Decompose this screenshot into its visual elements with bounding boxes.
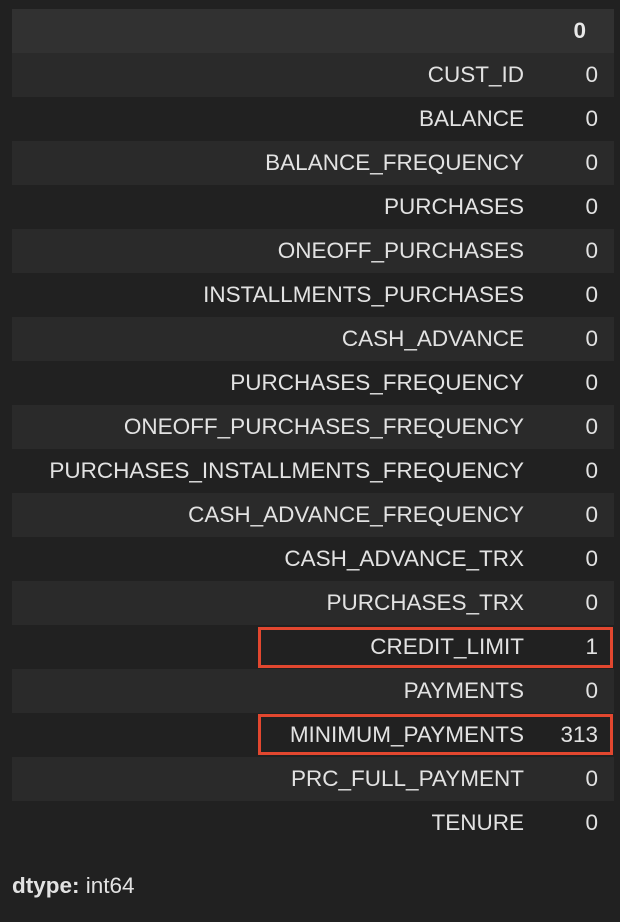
row-value: 0 xyxy=(585,414,598,439)
null-counts-table: 0 CUST_ID 0 BALANCE 0 BALANCE_FREQUENCY 0 P… xyxy=(12,9,614,845)
row-value: 0 xyxy=(585,62,598,87)
table-row: CUST_ID 0 xyxy=(12,53,614,97)
row-value: 0 xyxy=(585,458,598,483)
row-index-label: CASH_ADVANCE xyxy=(341,326,524,351)
index-header-cell xyxy=(12,9,538,53)
dtype-value: int64 xyxy=(85,873,135,898)
row-index-label: CASH_ADVANCE_FREQUENCY xyxy=(188,502,524,527)
row-index-label: CUST_ID xyxy=(427,62,524,87)
table-row: BALANCE 0 xyxy=(12,97,614,141)
row-value: 0 xyxy=(585,546,598,571)
table-row: CASH_ADVANCE_TRX 0 xyxy=(12,537,614,581)
dtype-label: dtype: xyxy=(12,873,80,898)
row-value: 313 xyxy=(560,722,598,747)
row-value: 0 xyxy=(585,106,598,131)
row-value: 0 xyxy=(585,238,598,263)
table-row: PURCHASES 0 xyxy=(12,185,614,229)
row-value: 0 xyxy=(585,326,598,351)
table-row: PAYMENTS 0 xyxy=(12,669,614,713)
row-value: 0 xyxy=(585,678,598,703)
row-value: 0 xyxy=(585,766,598,791)
row-value: 1 xyxy=(585,634,598,659)
row-index-label: BALANCE xyxy=(418,106,524,131)
column-header: 0 xyxy=(573,18,586,43)
row-index-label: PURCHASES xyxy=(383,194,524,219)
table-row: CASH_ADVANCE 0 xyxy=(12,317,614,361)
row-index-label: PURCHASES_INSTALLMENTS_FREQUENCY xyxy=(49,458,524,483)
row-index-label: ONEOFF_PURCHASES xyxy=(277,238,524,263)
table-row: PURCHASES_TRX 0 xyxy=(12,581,614,625)
row-index-label: CASH_ADVANCE_TRX xyxy=(284,546,524,571)
row-value: 0 xyxy=(585,590,598,615)
table-row: CASH_ADVANCE_FREQUENCY 0 xyxy=(12,493,614,537)
table-row: ONEOFF_PURCHASES_FREQUENCY 0 xyxy=(12,405,614,449)
row-index-label: ONEOFF_PURCHASES_FREQUENCY xyxy=(123,414,524,439)
row-value: 0 xyxy=(585,370,598,395)
row-index-label: CREDIT_LIMIT xyxy=(370,634,524,659)
row-value: 0 xyxy=(585,282,598,307)
row-index-label: PURCHASES_TRX xyxy=(326,590,524,615)
table-row: BALANCE_FREQUENCY 0 xyxy=(12,141,614,185)
row-value: 0 xyxy=(585,810,598,835)
row-index-label: INSTALLMENTS_PURCHASES xyxy=(203,282,524,307)
table-row: PURCHASES_FREQUENCY 0 xyxy=(12,361,614,405)
table-row: CREDIT_LIMIT 1 xyxy=(12,625,614,669)
table-row: INSTALLMENTS_PURCHASES 0 xyxy=(12,273,614,317)
row-value: 0 xyxy=(585,502,598,527)
row-index-label: TENURE xyxy=(431,810,524,835)
table-row: TENURE 0 xyxy=(12,801,614,845)
row-index-label: MINIMUM_PAYMENTS xyxy=(289,722,524,747)
dtype-footer: dtype: int64 xyxy=(12,873,135,899)
row-value: 0 xyxy=(585,150,598,175)
row-index-label: PURCHASES_FREQUENCY xyxy=(230,370,524,395)
table-row: PURCHASES_INSTALLMENTS_FREQUENCY 0 xyxy=(12,449,614,493)
table-row: MINIMUM_PAYMENTS 313 xyxy=(12,713,614,757)
row-index-label: PAYMENTS xyxy=(403,678,524,703)
row-index-label: BALANCE_FREQUENCY xyxy=(265,150,524,175)
table-header-row: 0 xyxy=(12,9,614,53)
row-index-label: PRC_FULL_PAYMENT xyxy=(291,766,524,791)
row-value: 0 xyxy=(585,194,598,219)
table-row: PRC_FULL_PAYMENT 0 xyxy=(12,757,614,801)
table-row: ONEOFF_PURCHASES 0 xyxy=(12,229,614,273)
